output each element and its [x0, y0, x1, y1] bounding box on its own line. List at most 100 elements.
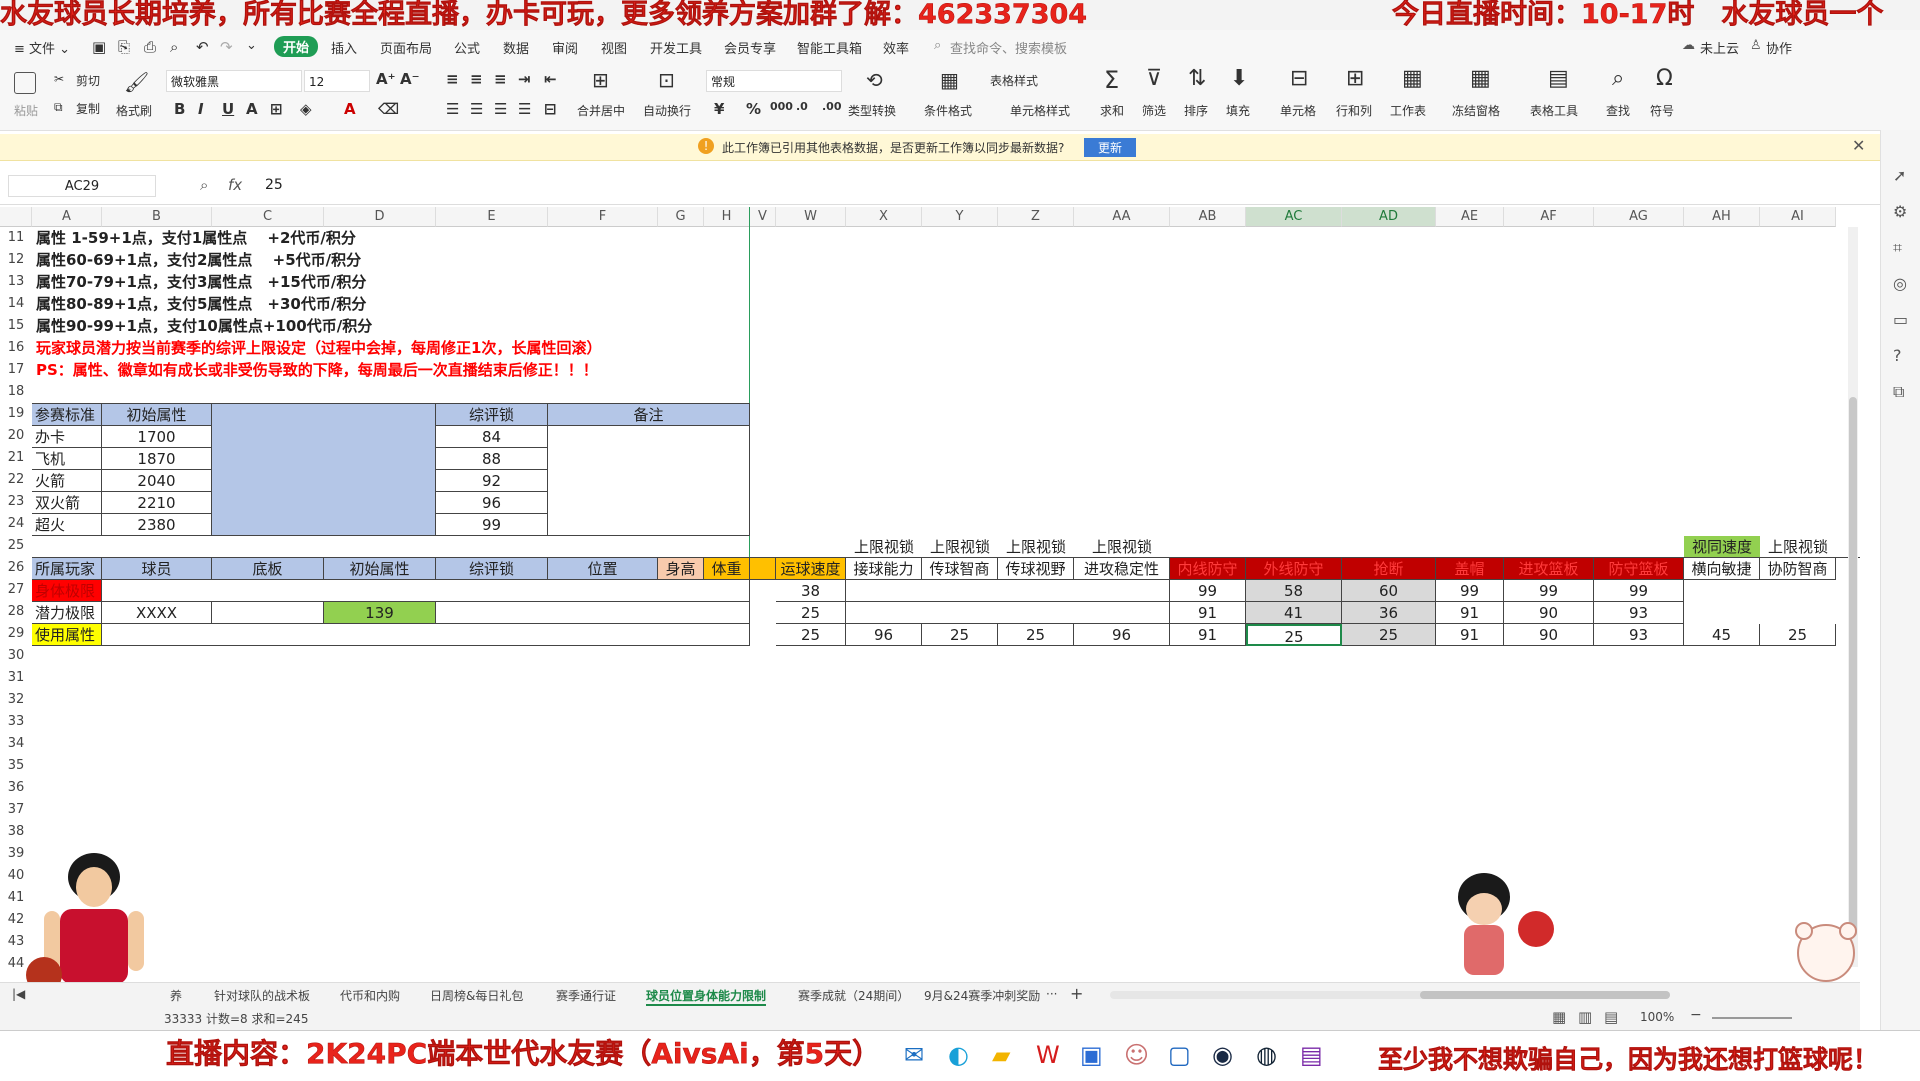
close-icon[interactable]: ✕ [1852, 136, 1865, 155]
stat-value[interactable]: 36 [1342, 602, 1436, 624]
stat-header[interactable]: 防守篮板 [1594, 558, 1684, 580]
col-header-a[interactable]: A [32, 207, 102, 227]
taskbar-mail-icon[interactable]: ✉ [904, 1041, 924, 1069]
row-num[interactable]: 29 [0, 623, 32, 645]
undo-icon[interactable]: ↶ [196, 38, 209, 56]
row-num[interactable]: 34 [0, 733, 32, 755]
book-icon[interactable]: ▭ [1893, 310, 1908, 329]
percent-icon[interactable]: % [746, 100, 761, 118]
sheet-tab[interactable]: 养 [170, 987, 182, 1004]
row-num[interactable]: 13 [0, 271, 32, 293]
row-num[interactable]: 15 [0, 315, 32, 337]
col-header-x[interactable]: X [846, 207, 922, 227]
stat-value[interactable]: 96 [846, 624, 922, 646]
player-header[interactable]: 位置 [548, 558, 658, 580]
outdent-icon[interactable]: ⇤ [544, 70, 557, 88]
tab-developer[interactable]: 开发工具 [650, 38, 702, 57]
col-header-y[interactable]: Y [922, 207, 998, 227]
align-left-icon[interactable]: ☰ [446, 100, 459, 118]
clear-icon[interactable]: ⌫ [378, 100, 399, 118]
player-header[interactable]: 体重 [704, 558, 750, 580]
row-num[interactable]: 19 [0, 403, 32, 425]
stat-group-label[interactable]: 视同速度 [1684, 536, 1760, 558]
strikethrough-icon[interactable]: A [246, 100, 258, 118]
player-header[interactable]: 身高 [658, 558, 704, 580]
tier-attr[interactable]: 2210 [102, 492, 212, 514]
row-num[interactable]: 24 [0, 513, 32, 535]
find-button[interactable]: 查找 [1606, 102, 1630, 119]
stat-value[interactable]: 38 [776, 580, 846, 602]
tier-name[interactable]: 火箭 [32, 470, 102, 492]
player-header-hidden[interactable] [750, 558, 776, 580]
tier-attr[interactable]: 2040 [102, 470, 212, 492]
italic-icon[interactable]: I [198, 100, 204, 118]
spreadsheet-grid[interactable]: A B C D E F G H V W X Y Z AA AB AC AD AE… [0, 207, 1860, 982]
stat-header[interactable]: 运球速度 [776, 558, 846, 580]
tier-name[interactable]: 办卡 [32, 426, 102, 448]
merge-center-button[interactable]: 合并居中 [577, 102, 625, 119]
tier-attr[interactable]: 2380 [102, 514, 212, 536]
note-text[interactable]: PS：属性、徽章如有成长或非受伤导致的下降，每周最后一次直播结束后修正！！！ [36, 359, 598, 381]
selected-cell-ac29[interactable]: 25 [1246, 624, 1342, 646]
vertical-scroll-thumb[interactable] [1849, 397, 1857, 937]
col-header-w[interactable]: W [776, 207, 846, 227]
stat-value[interactable]: 99 [1170, 580, 1246, 602]
taskbar-avatar-icon[interactable]: ☺ [1124, 1041, 1149, 1069]
zoom-slider[interactable] [1712, 1017, 1792, 1019]
tier-lock[interactable]: 92 [436, 470, 548, 492]
col-header-g[interactable]: G [658, 207, 704, 227]
format-icon[interactable]: ⌗ [1893, 238, 1902, 258]
potential-cell[interactable]: 139 [324, 602, 436, 624]
note-text[interactable]: 玩家球员潜力按当前赛季的综评上限设定（过程中会掉，每周修正1次，长属性回滚） [36, 337, 601, 359]
tier-attr[interactable]: 1700 [102, 426, 212, 448]
stat-value[interactable]: 91 [1170, 602, 1246, 624]
taskbar-window-icon[interactable]: ▢ [1168, 1041, 1191, 1069]
stat-value[interactable]: 91 [1436, 602, 1504, 624]
row-num[interactable]: 16 [0, 337, 32, 359]
row-num[interactable]: 14 [0, 293, 32, 315]
paste-button[interactable]: 粘贴 [14, 102, 38, 119]
name-box[interactable]: AC29 [8, 175, 156, 197]
conditional-format-button[interactable]: 条件格式 [924, 102, 972, 119]
stat-value[interactable]: 41 [1246, 602, 1342, 624]
more-tabs-icon[interactable]: ··· [1046, 987, 1057, 1001]
stat-header[interactable]: 外线防守 [1246, 558, 1342, 580]
row-label-body-limit[interactable]: 身体极限 [32, 580, 102, 602]
freeze-panes-button[interactable]: 冻结窗格 [1452, 102, 1500, 119]
indent-icon[interactable]: ⇥ [518, 70, 531, 88]
sheet-tab[interactable]: 针对球队的战术板 [214, 987, 310, 1004]
tab-member[interactable]: 会员专享 [724, 38, 776, 57]
stat-value[interactable]: 25 [922, 624, 998, 646]
tier-header[interactable]: 备注 [548, 404, 750, 426]
stat-group-label[interactable]: 上限视锁 [1074, 536, 1170, 558]
tier-name[interactable]: 超火 [32, 514, 102, 536]
col-header-d[interactable]: D [324, 207, 436, 227]
tab-view[interactable]: 视图 [601, 38, 627, 57]
sheet-tab[interactable]: 代币和内购 [340, 987, 400, 1004]
command-search-input[interactable]: 查找命令、搜索模板 [950, 38, 1067, 57]
font-color-icon[interactable]: A [344, 100, 356, 118]
table-tools-button[interactable]: 表格工具 [1530, 102, 1578, 119]
row-28-empty[interactable] [436, 602, 750, 624]
row-num[interactable]: 30 [0, 645, 32, 667]
page-layout-icon[interactable]: ▥ [1578, 1008, 1592, 1026]
row-num[interactable]: 25 [0, 535, 32, 557]
col-header-h[interactable]: H [704, 207, 750, 227]
row-num[interactable]: 12 [0, 249, 32, 271]
type-convert-button[interactable]: 类型转换 [848, 102, 896, 119]
select-all-corner[interactable] [0, 207, 32, 227]
tab-smart-tools[interactable]: 智能工具箱 [797, 38, 862, 57]
player-header[interactable]: 底板 [212, 558, 324, 580]
redo-icon[interactable]: ↷ [220, 38, 233, 56]
taskbar-game-icon[interactable]: ◍ [1256, 1041, 1277, 1069]
tab-insert[interactable]: 插入 [331, 38, 357, 57]
stat-header[interactable]: 传球智商 [922, 558, 998, 580]
fill-button[interactable]: 填充 [1226, 102, 1250, 119]
stat-value[interactable]: 90 [1504, 624, 1594, 646]
tier-attr[interactable]: 1870 [102, 448, 212, 470]
worksheet-button[interactable]: 工作表 [1390, 102, 1426, 119]
border-icon[interactable]: ⊞ [270, 100, 283, 118]
zoom-out-icon[interactable]: − [1690, 1007, 1702, 1023]
more-icon[interactable]: ⌄ [246, 38, 257, 53]
player-header[interactable]: 球员 [102, 558, 212, 580]
